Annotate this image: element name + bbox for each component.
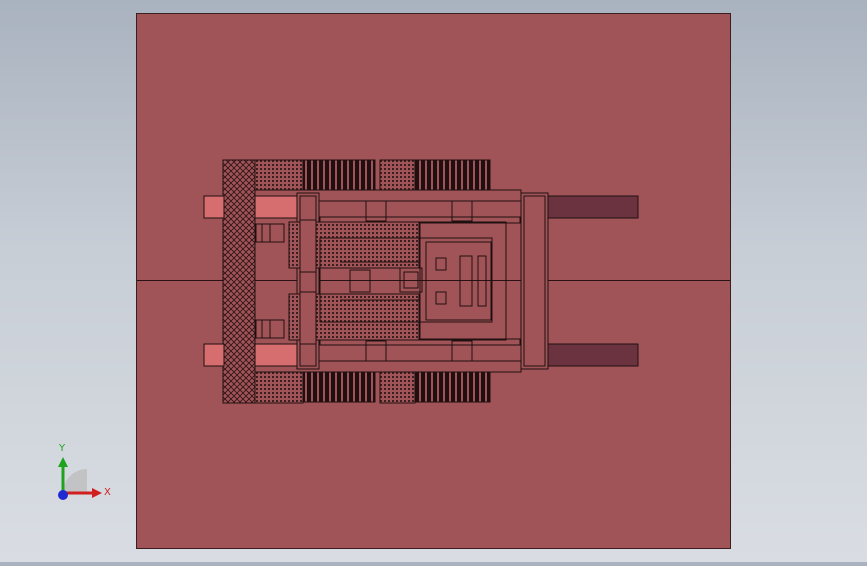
graphics-viewport[interactable]: Y X: [0, 0, 867, 562]
right-cross-frame: [520, 192, 549, 370]
right-rail-bottom: [547, 343, 639, 367]
panel-separator: [299, 219, 317, 273]
top-perforated-strip: [254, 159, 304, 191]
model-drawing[interactable]: [0, 0, 867, 562]
lower-beam: [296, 344, 522, 362]
bottom-perforated-strip: [254, 371, 304, 404]
bottom-vent-grill-left: [302, 371, 376, 403]
left-rail-top: [203, 195, 225, 219]
triad-x-label: X: [104, 487, 111, 498]
top-vent-grill-left: [302, 159, 376, 191]
top-perforated-strip-2: [379, 159, 416, 191]
left-perforated-block: [222, 159, 256, 404]
bottom-perforated-strip-2: [379, 371, 416, 404]
panel-separator: [299, 291, 317, 345]
coordinate-triad-icon: [58, 457, 102, 500]
upper-beam: [296, 200, 522, 218]
top-vent-grill-right: [414, 159, 491, 191]
left-block-bottom: [254, 343, 298, 367]
bottom-vent-grill-right: [414, 371, 491, 403]
left-block-top: [254, 195, 298, 219]
right-rail-top: [547, 195, 639, 219]
triad-y-label: Y: [59, 443, 66, 454]
left-rail-bottom: [203, 343, 225, 367]
